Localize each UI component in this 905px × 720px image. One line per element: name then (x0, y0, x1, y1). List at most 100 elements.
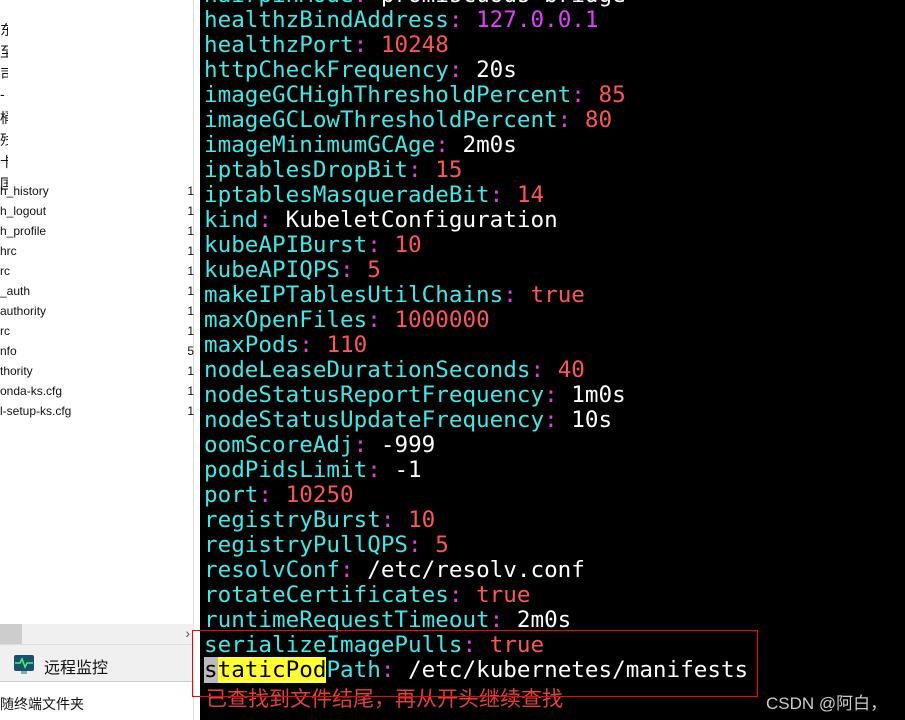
key-text: nodeStatusReportFrequency (204, 382, 545, 408)
key-text: maxOpenFiles (204, 307, 368, 333)
key-text: registryPullQPS (204, 532, 409, 558)
value-text: 10 (408, 507, 436, 533)
terminal-line: port: 10250 (204, 482, 354, 508)
file-size: 1 (187, 404, 194, 418)
terminal-line: kind: KubeletConfiguration (204, 207, 558, 233)
file-size: 1 (187, 224, 194, 238)
watermark: CSDN @阿白， (766, 694, 888, 713)
file-name: l-setup-ks.cfg (0, 404, 72, 418)
folder-label-fragment[interactable]: - (0, 86, 8, 102)
key-text: resolvConf (204, 557, 341, 583)
folder-label-fragment[interactable]: 卡 (0, 152, 8, 172)
scrollbar-thumb[interactable] (0, 624, 22, 644)
file-row[interactable]: thority 1 (0, 361, 194, 381)
file-name: h_profile (0, 224, 47, 238)
folder-label-fragment[interactable]: 东 (0, 20, 8, 40)
key-text: healthzBindAddress (204, 7, 449, 33)
file-size: 1 (187, 284, 194, 298)
key-text: imageGCLowThresholdPercent (204, 107, 558, 133)
terminal-line: kubeAPIBurst: 10 (204, 232, 422, 258)
key-text: oomScoreAdj (204, 432, 354, 458)
value-text: true (476, 582, 531, 608)
terminal-line: healthzPort: 10248 (204, 32, 449, 58)
file-row[interactable]: h_profile 1 (0, 221, 194, 241)
folder-label-fragment[interactable]: 至 (0, 42, 8, 62)
terminal-line: podPidsLimit: -1 (204, 457, 422, 483)
file-row[interactable]: l-setup-ks.cfg 1 (0, 401, 194, 421)
folder-label-fragment[interactable]: 桶 (0, 108, 8, 128)
file-size: 1 (187, 184, 194, 198)
key-text: registryBurst (204, 507, 381, 533)
terminal-line: healthzBindAddress: 127.0.0.1 (204, 7, 599, 33)
terminal-line: imageMinimumGCAge: 2m0s (204, 132, 517, 158)
value-text: 40 (557, 357, 585, 383)
terminal-line: maxOpenFiles: 1000000 (204, 307, 490, 333)
file-row[interactable]: hrc 1 (0, 241, 194, 261)
file-row[interactable]: h_logout 1 (0, 201, 194, 221)
key-text: podPidsLimit (204, 457, 368, 483)
monitor-icon (14, 655, 34, 674)
value-text: 5 (367, 257, 381, 283)
terminal-line: kubeAPIQPS: 5 (204, 257, 381, 283)
value-text: 10248 (380, 32, 449, 58)
value-text: 127.0.0.1 (476, 7, 599, 33)
key-text: nodeStatusUpdateFrequency (204, 407, 545, 433)
file-name: nfo (0, 344, 17, 358)
value-text: 10s (571, 407, 613, 433)
file-name: _auth (0, 284, 31, 298)
remote-monitor-button[interactable]: 远程监控 (0, 644, 194, 682)
horizontal-scrollbar[interactable]: › (0, 624, 194, 644)
file-size: 1 (187, 264, 194, 278)
key-text: imageMinimumGCAge (204, 132, 436, 158)
value-text: -999 (380, 432, 436, 458)
terminal-line: iptablesDropBit: 15 (204, 157, 463, 183)
key-text: rotateCertificates (204, 582, 449, 608)
terminal-line: resolvConf: /etc/resolv.conf (204, 557, 585, 583)
file-size: 1 (187, 384, 194, 398)
key-text: imageGCHighThresholdPercent (204, 82, 572, 108)
key-text: kind (204, 207, 259, 233)
value-text: true (530, 282, 585, 308)
value-text: 110 (326, 332, 368, 358)
scroll-right-icon[interactable]: › (185, 625, 190, 641)
file-size: 1 (187, 324, 194, 338)
file-row[interactable]: rc 1 (0, 321, 194, 341)
value-text: 80 (584, 107, 613, 133)
terminal[interactable]: hairpinMode: promiscuous-bridgehealthzBi… (200, 0, 905, 720)
file-browser-panel: 东至司-桶残卡国 h_history 1 h_logout 1 h_profile 1 hr… (0, 0, 194, 720)
follow-terminal-folder-option[interactable]: 随终端文件夹 (0, 694, 84, 714)
file-row[interactable]: nfo 5 (0, 341, 194, 361)
file-size: 5 (187, 344, 194, 358)
key-text: maxPods (204, 332, 300, 358)
key-text: healthzPort (204, 32, 354, 58)
value-text: 20s (476, 57, 517, 83)
file-name: h_logout (0, 204, 47, 218)
key-text: httpCheckFrequency (204, 57, 449, 83)
file-name: hrc (0, 244, 17, 258)
file-row[interactable]: h_history 1 (0, 181, 194, 201)
key-text: iptablesMasqueradeBit (204, 182, 490, 208)
folder-label-fragment[interactable]: 司 (0, 64, 8, 84)
value-text: 10 (394, 232, 422, 258)
file-row[interactable]: _auth 1 (0, 281, 194, 301)
value-text: KubeletConfiguration (285, 207, 558, 233)
terminal-line: makeIPTablesUtilChains: true (204, 282, 585, 308)
file-row[interactable]: onda-ks.cfg 1 (0, 381, 194, 401)
folder-label-fragment[interactable]: 残 (0, 130, 8, 150)
value-text: 5 (435, 532, 449, 558)
terminal-line: nodeLeaseDurationSeconds: 40 (204, 357, 585, 383)
key-text: kubeAPIBurst (204, 232, 368, 258)
file-row[interactable]: authority 1 (0, 301, 194, 321)
file-size: 1 (187, 204, 194, 218)
file-name: rc (0, 264, 10, 278)
file-name: authority (0, 304, 47, 318)
value-text: 10250 (285, 482, 354, 508)
terminal-line: iptablesMasqueradeBit: 14 (204, 182, 545, 208)
value-text: 14 (516, 182, 545, 208)
file-name: h_history (0, 184, 49, 198)
terminal-line: httpCheckFrequency: 20s (204, 57, 517, 83)
file-row[interactable]: rc 1 (0, 261, 194, 281)
file-size: 1 (187, 244, 194, 258)
value-text: 15 (435, 157, 463, 183)
key-text: port (204, 482, 259, 508)
